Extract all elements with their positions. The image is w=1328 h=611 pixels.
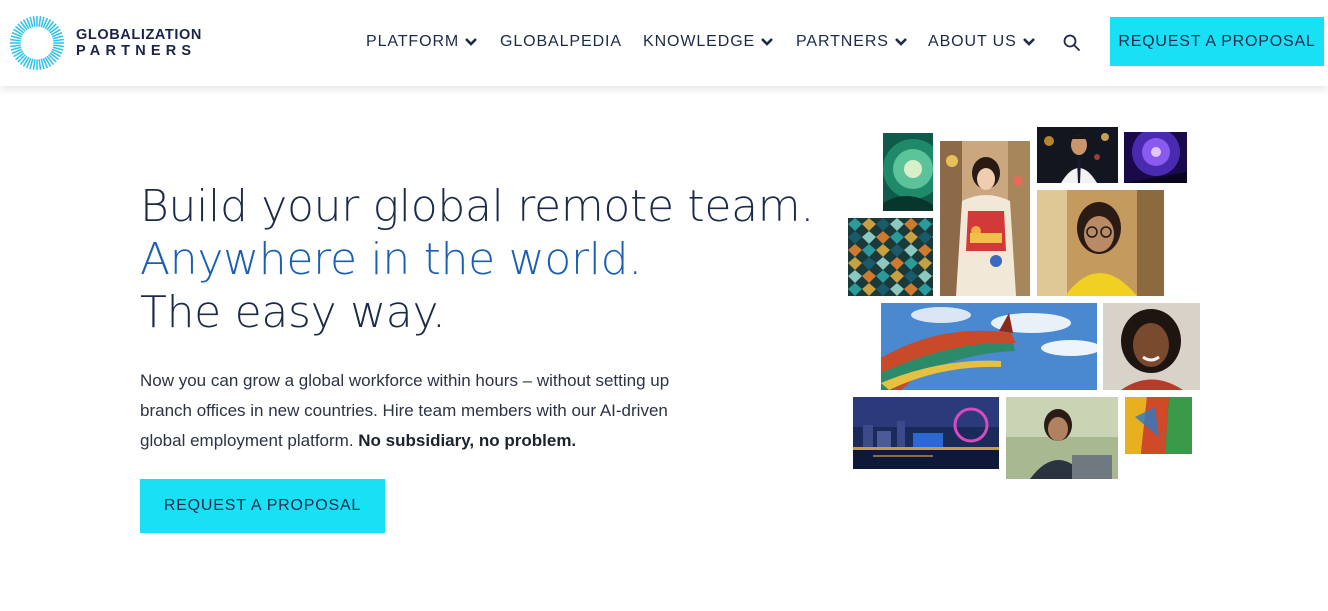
globe-ring-icon bbox=[9, 15, 65, 71]
hero-title-line1: Build your global remote team. bbox=[140, 181, 815, 232]
hero-title: Build your global remote team. Anywhere … bbox=[140, 180, 814, 339]
nav-label-globalpedia: GLOBALPEDIA bbox=[500, 33, 622, 50]
woman-in-kimono-photo bbox=[940, 141, 1030, 296]
brand-wordmark: GLOBALIZATION PARTNERS bbox=[76, 26, 202, 59]
nav-item-globalpedia[interactable]: GLOBALPEDIA bbox=[500, 31, 622, 53]
hero-description-emphasis: No subsidiary, no problem. bbox=[358, 431, 577, 450]
chevron-down-icon bbox=[894, 38, 907, 46]
chevron-down-icon bbox=[1022, 38, 1035, 46]
mosaic-tiles-photo bbox=[848, 218, 933, 296]
man-with-laptop-photo bbox=[1006, 397, 1118, 479]
purple-lights-photo bbox=[1124, 132, 1187, 183]
nav-item-about-us[interactable]: ABOUT US bbox=[928, 31, 1036, 53]
nav-label-platform: PLATFORM bbox=[366, 33, 460, 50]
hero-title-line2: Anywhere in the world. bbox=[140, 234, 642, 285]
woman-yellow-sweater-photo bbox=[1037, 190, 1164, 296]
nav-item-platform[interactable]: PLATFORM bbox=[366, 31, 478, 53]
smiling-woman-photo bbox=[1103, 303, 1200, 390]
hero-description: Now you can grow a global workforce with… bbox=[140, 366, 700, 456]
request-proposal-header-button[interactable]: REQUEST A PROPOSAL bbox=[1110, 17, 1324, 66]
nav-label-about-us: ABOUT US bbox=[928, 33, 1017, 50]
request-proposal-hero-button[interactable]: REQUEST A PROPOSAL bbox=[140, 479, 385, 533]
nav-label-partners: PARTNERS bbox=[796, 33, 889, 50]
city-skyline-night-photo bbox=[853, 397, 999, 469]
chevron-down-icon bbox=[761, 38, 774, 46]
man-with-phone-photo bbox=[1037, 127, 1118, 183]
nav-item-knowledge[interactable]: KNOWLEDGE bbox=[643, 31, 774, 53]
hero-title-line3: The easy way. bbox=[140, 287, 446, 338]
colorful-lanterns-photo bbox=[1125, 397, 1192, 454]
brand-logo[interactable]: GLOBALIZATION PARTNERS bbox=[8, 13, 202, 73]
green-dome-photo bbox=[883, 133, 933, 211]
asian-temple-roof-photo bbox=[881, 303, 1097, 390]
site-header: GLOBALIZATION PARTNERS PLATFORM GLOBALPE… bbox=[0, 0, 1328, 86]
brand-name-line2: PARTNERS bbox=[76, 43, 197, 59]
nav-item-partners[interactable]: PARTNERS bbox=[796, 31, 908, 53]
chevron-down-icon bbox=[465, 38, 478, 46]
search-icon[interactable] bbox=[1062, 33, 1082, 53]
brand-name-line1: GLOBALIZATION bbox=[76, 26, 202, 43]
nav-label-knowledge: KNOWLEDGE bbox=[643, 33, 756, 50]
